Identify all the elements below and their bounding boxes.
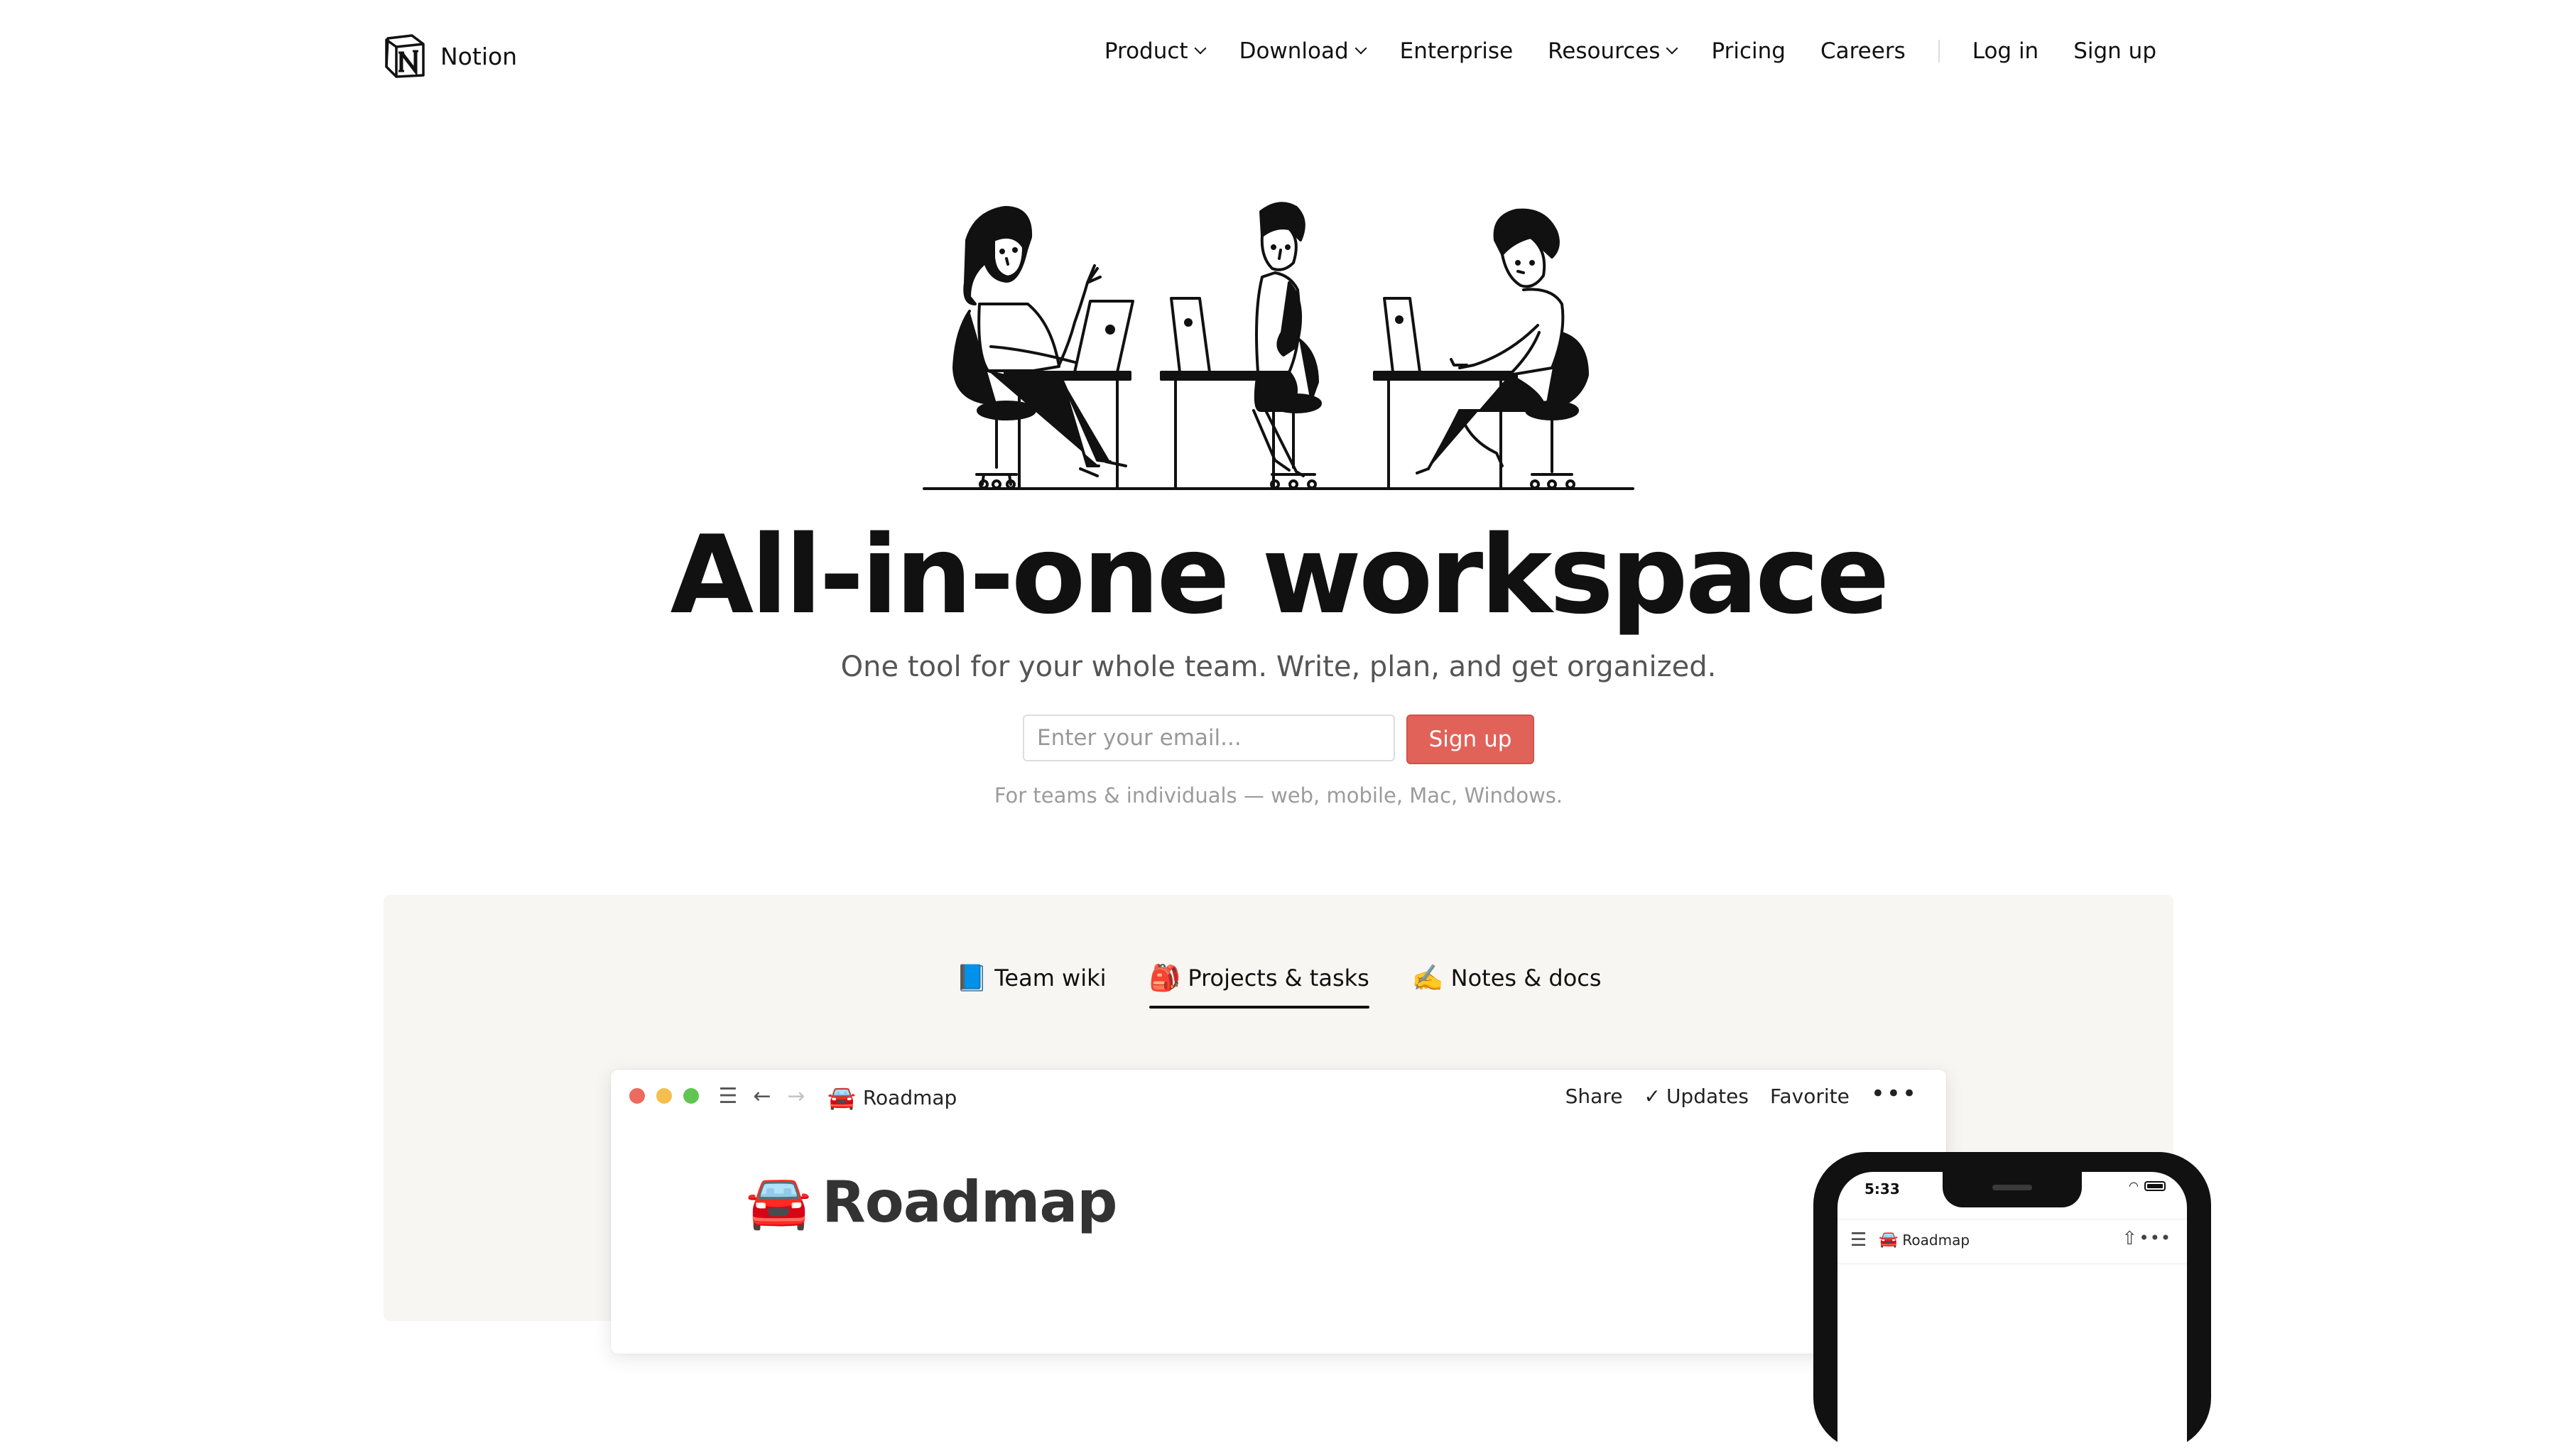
wifi-icon: ◠ — [2129, 1179, 2139, 1192]
brand-name: Notion — [440, 42, 518, 70]
hero-subtitle: One tool for your whole team. Write, pla… — [840, 651, 1717, 683]
page-title: 🚘 Roadmap — [746, 1169, 1118, 1235]
check-icon: ✓ — [1644, 1084, 1661, 1108]
updates-label: Updates — [1666, 1084, 1749, 1108]
book-icon: 📘 — [955, 964, 988, 993]
car-icon: 🚘 — [1879, 1231, 1899, 1249]
nav-enterprise[interactable]: Enterprise — [1400, 38, 1513, 64]
maximize-window-icon — [683, 1088, 699, 1104]
car-icon: 🚘 — [827, 1084, 856, 1111]
nav-careers[interactable]: Careers — [1820, 38, 1906, 64]
notion-logo-icon — [385, 34, 425, 78]
chevron-down-icon — [1354, 42, 1367, 55]
nav-resources-label: Resources — [1548, 38, 1661, 64]
tab-projects-tasks-label: Projects & tasks — [1188, 965, 1369, 992]
phone-screen: 5:33 ◠ ☰ 🚘 Roadmap ⇧ ••• — [1837, 1172, 2187, 1456]
nav-product-label: Product — [1104, 38, 1188, 64]
backpack-icon: 🎒 — [1149, 964, 1181, 993]
breadcrumb-label: Roadmap — [862, 1085, 957, 1109]
status-icons: ◠ — [2129, 1179, 2166, 1192]
share-action: Share — [1565, 1084, 1623, 1108]
speaker-grille — [1992, 1185, 2032, 1190]
phone-breadcrumb-label: Roadmap — [1902, 1231, 1970, 1249]
tab-notes-docs-label: Notes & docs — [1450, 965, 1602, 992]
back-arrow-icon: ← — [753, 1083, 771, 1109]
writing-hand-icon: ✍️ — [1411, 964, 1444, 993]
product-showcase: 📘 Team wiki 🎒 Projects & tasks ✍️ Notes … — [384, 895, 2211, 1456]
window-actions: Share ✓ Updates Favorite ••• — [1565, 1080, 1918, 1108]
nav-download-label: Download — [1239, 38, 1349, 64]
share-icon: ⇧ — [2122, 1228, 2137, 1249]
team-illustration — [923, 202, 1634, 490]
phone-breadcrumb: 🚘 Roadmap — [1879, 1231, 1970, 1249]
favorite-action: Favorite — [1769, 1084, 1850, 1108]
phone-notch — [1943, 1172, 2082, 1207]
nav-product[interactable]: Product — [1104, 38, 1207, 64]
car-icon: 🚘 — [746, 1171, 811, 1232]
battery-icon — [2144, 1180, 2166, 1191]
close-window-icon — [629, 1088, 645, 1104]
window-titlebar: ☰ ← → 🚘 Roadmap Share ✓ Updates Favorite … — [611, 1070, 1946, 1122]
more-icon: ••• — [1870, 1080, 1918, 1108]
forward-arrow-icon: → — [787, 1083, 805, 1109]
chevron-down-icon — [1666, 42, 1678, 55]
login-link[interactable]: Log in — [1972, 38, 2038, 64]
nav-download[interactable]: Download — [1239, 38, 1367, 64]
tab-team-wiki-label: Team wiki — [994, 965, 1107, 992]
hero-signup-button[interactable]: Sign up — [1406, 715, 1534, 764]
platforms-note: For teams & individuals — web, mobile, M… — [994, 783, 1563, 808]
app-window-preview: ☰ ← → 🚘 Roadmap Share ✓ Updates Favorite … — [611, 1070, 2211, 1456]
signup-link[interactable]: Sign up — [2073, 38, 2156, 64]
page-title-text: Roadmap — [822, 1169, 1117, 1235]
phone-toolbar: ☰ 🚘 Roadmap ⇧ ••• — [1837, 1219, 2187, 1264]
nav-pricing[interactable]: Pricing — [1711, 38, 1786, 64]
tab-team-wiki[interactable]: 📘 Team wiki — [955, 963, 1106, 1009]
minimize-window-icon — [656, 1088, 672, 1104]
breadcrumb: 🚘 Roadmap — [827, 1084, 957, 1111]
hero-title: All-in-one workspace — [670, 512, 1890, 638]
tab-projects-tasks[interactable]: 🎒 Projects & tasks — [1149, 963, 1370, 1009]
top-navigation: Notion Product Download Enterprise Resou… — [0, 0, 2557, 114]
tab-notes-docs[interactable]: ✍️ Notes & docs — [1412, 963, 1602, 1009]
nav-resources[interactable]: Resources — [1548, 38, 1678, 64]
email-input[interactable] — [1023, 715, 1395, 761]
hamburger-icon: ☰ — [718, 1083, 738, 1109]
status-time: 5:33 — [1864, 1180, 1900, 1197]
notion-logo-link[interactable]: Notion — [384, 34, 517, 78]
more-icon: ••• — [2139, 1228, 2171, 1248]
showcase-tabs: 📘 Team wiki 🎒 Projects & tasks ✍️ Notes … — [384, 963, 2173, 1009]
chevron-down-icon — [1194, 42, 1207, 55]
phone-preview: 5:33 ◠ ☰ 🚘 Roadmap ⇧ ••• — [1813, 1152, 2211, 1456]
nav-divider — [1938, 40, 1940, 63]
hamburger-icon: ☰ — [1850, 1229, 1867, 1251]
nav-menu: Product Download Enterprise Resources Pr… — [1104, 38, 2156, 64]
updates-action: ✓ Updates — [1644, 1085, 1748, 1108]
